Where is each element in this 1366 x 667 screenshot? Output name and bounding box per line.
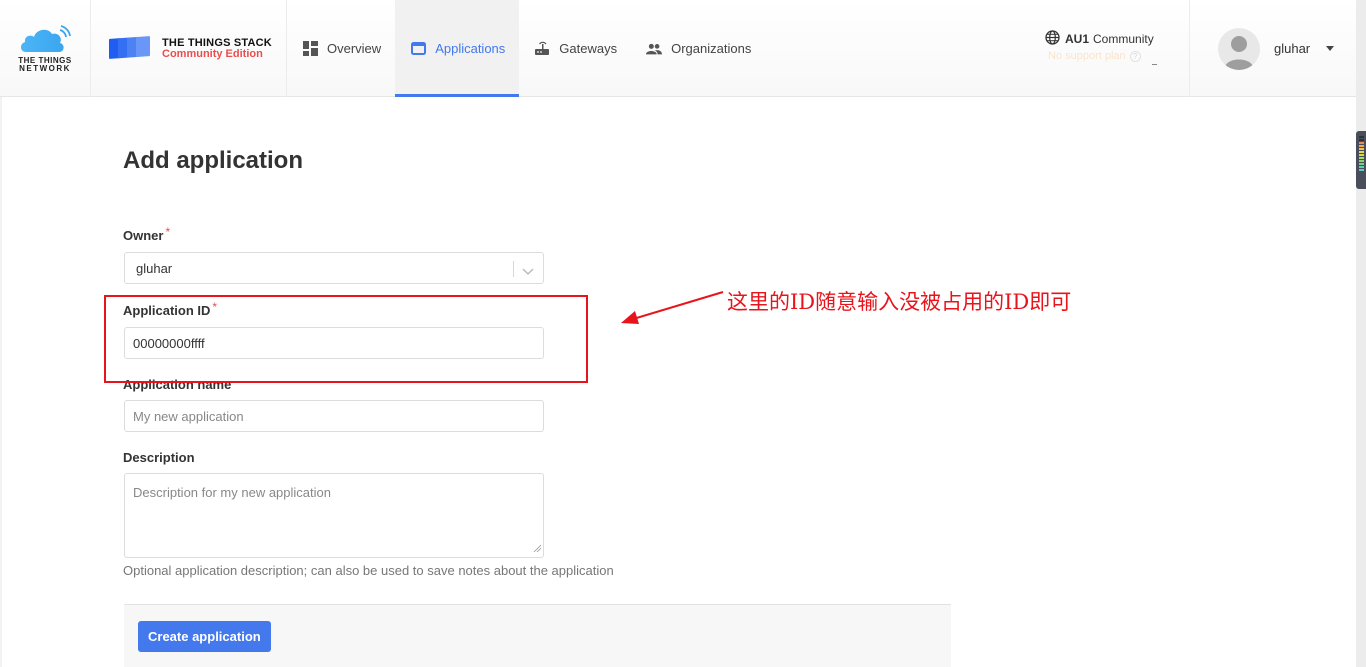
annotation-arrow-icon <box>621 291 724 324</box>
resize-grip-icon[interactable] <box>533 540 542 555</box>
cluster-selector[interactable]: AU1 Community No support plan ? <box>1045 30 1157 65</box>
owner-label: Owner * <box>123 225 171 243</box>
description-label-text: Description <box>123 450 195 465</box>
stack-logo-icon <box>109 35 150 59</box>
cluster-region: AU1 <box>1065 32 1090 46</box>
annotation-note: 这里的ID随意输入没被占用的ID即可 <box>727 290 1072 314</box>
application-window-icon <box>410 41 426 57</box>
required-mark: * <box>165 225 171 239</box>
nav-label: Overview <box>327 41 382 56</box>
description-textarea[interactable]: Description for my new application <box>124 473 544 558</box>
user-menu[interactable]: gluhar <box>1189 0 1356 97</box>
application-name-placeholder: My new application <box>133 408 244 424</box>
people-icon <box>646 41 663 57</box>
globe-icon <box>1045 30 1060 48</box>
help-icon[interactable]: ? <box>1129 50 1141 62</box>
username: gluhar <box>1274 41 1311 56</box>
scrollbar[interactable] <box>1356 0 1366 667</box>
tts-wordmark: THE THINGS STACK Community Edition <box>162 36 272 60</box>
chevron-down-icon <box>522 264 534 279</box>
description-help-text: Optional application description; can al… <box>123 563 614 578</box>
floating-widget-handle[interactable] <box>1356 131 1366 189</box>
divider <box>1152 64 1157 65</box>
description-placeholder: Description for my new application <box>133 485 331 500</box>
ttn-line2: NETWORK <box>19 63 71 73</box>
page-title: Add application <box>123 147 303 174</box>
tts-title: THE THINGS STACK <box>162 36 272 49</box>
avatar <box>1218 27 1260 70</box>
dashboard-icon <box>302 41 318 57</box>
annotation-highlight-box <box>104 295 588 383</box>
nav-label: Applications <box>435 41 506 56</box>
owner-value: gluhar <box>136 260 173 276</box>
support-plan-text: No support plan <box>1048 50 1126 62</box>
cluster-network: Community <box>1093 32 1154 46</box>
select-divider <box>513 261 514 277</box>
form-submit-bar: Create application <box>124 604 951 667</box>
caret-down-icon <box>1326 46 1335 51</box>
nav-label: Gateways <box>559 41 618 56</box>
ttn-logo[interactable]: THE THINGS NETWORK <box>0 0 91 97</box>
ttn-wordmark: THE THINGS NETWORK <box>18 56 71 73</box>
tts-logo[interactable]: THE THINGS STACK Community Edition <box>91 0 287 97</box>
user-silhouette-icon <box>1224 35 1254 70</box>
nav-overview[interactable]: Overview <box>287 0 395 97</box>
application-name-input[interactable]: My new application <box>124 400 544 432</box>
nav-applications[interactable]: Applications <box>395 0 520 97</box>
nav-gateways[interactable]: Gateways <box>519 0 631 97</box>
nav-organizations[interactable]: Organizations <box>631 0 765 97</box>
owner-label-text: Owner <box>123 228 164 243</box>
create-application-button[interactable]: Create application <box>138 621 271 652</box>
owner-select[interactable]: gluhar <box>124 252 544 284</box>
tts-edition: Community Edition <box>162 47 263 60</box>
cloud-icon <box>20 24 71 52</box>
page-edge <box>0 97 2 667</box>
main-nav: Overview Applications Gateways Organizat… <box>287 0 765 97</box>
router-icon <box>534 41 550 57</box>
description-label: Description <box>123 450 195 465</box>
top-header: THE THINGS NETWORK THE THINGS STACK Comm… <box>0 0 1356 97</box>
nav-label: Organizations <box>671 41 752 56</box>
